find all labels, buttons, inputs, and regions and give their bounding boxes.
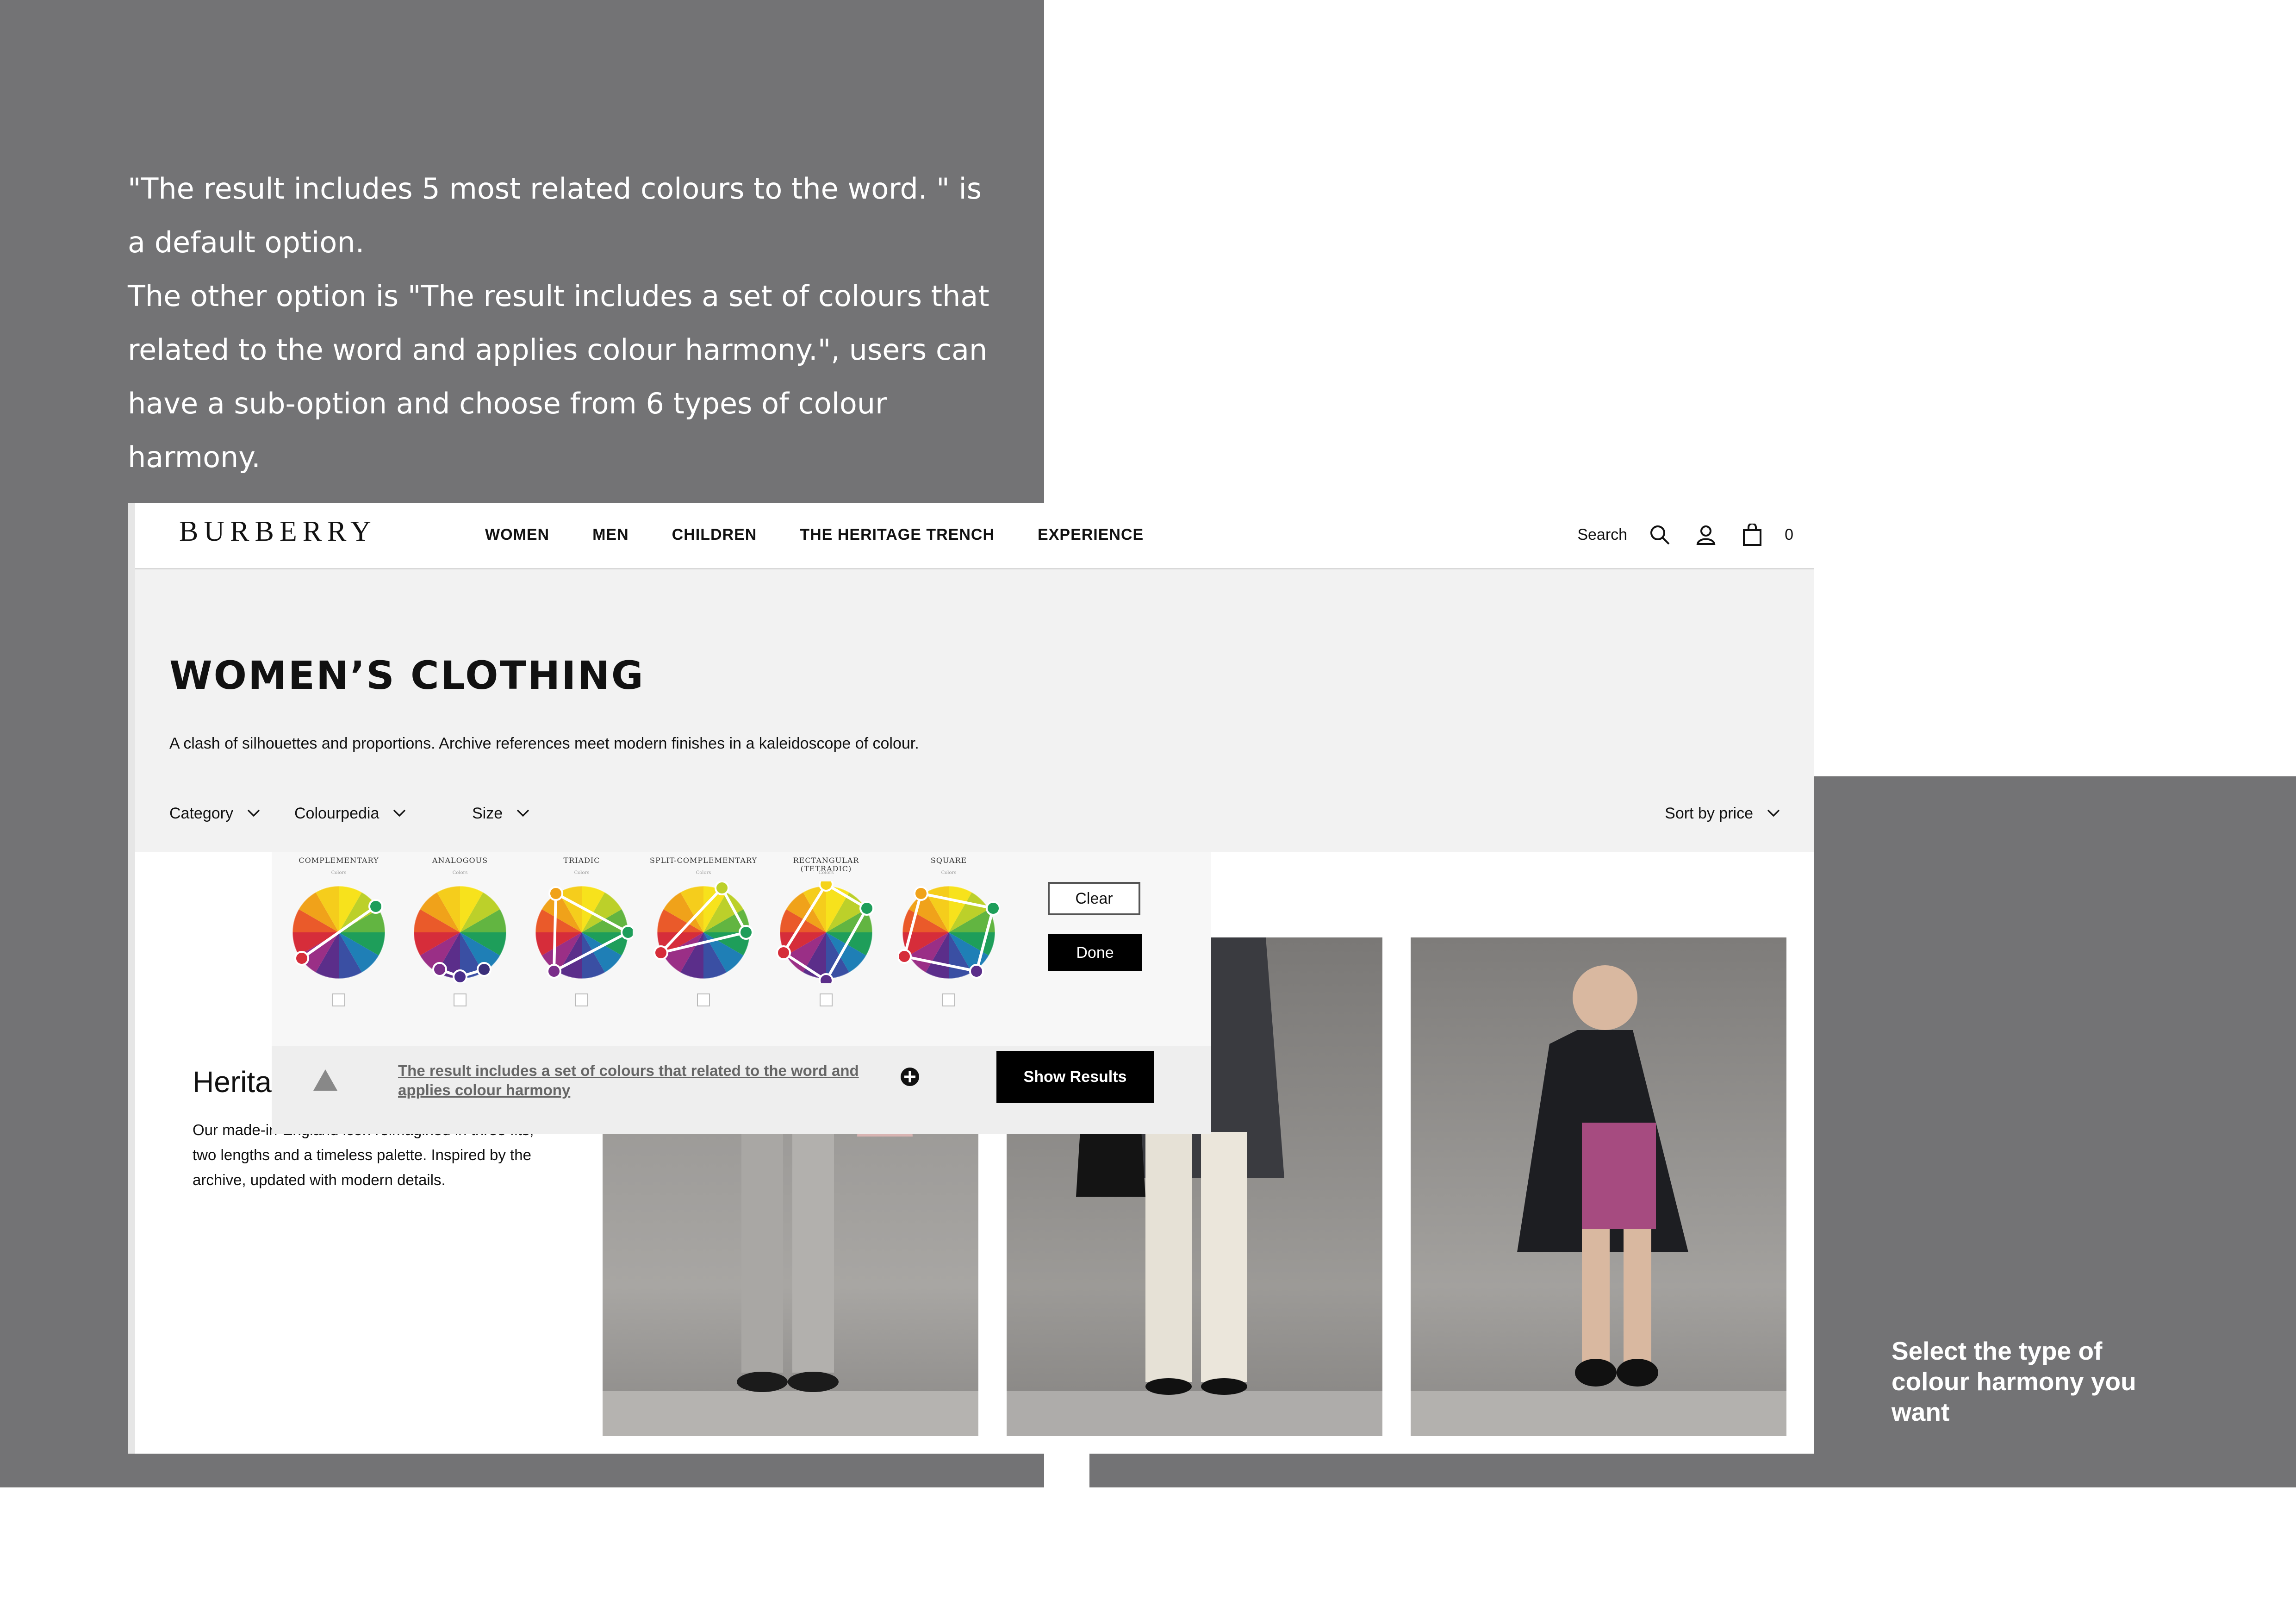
harmony-option-sub: Colors — [452, 870, 468, 875]
harmony-option-analogous[interactable]: ANALOGOUS Colors — [402, 856, 518, 1023]
product-image[interactable] — [1411, 937, 1786, 1436]
clear-button[interactable]: Clear — [1048, 882, 1140, 915]
screenshot-edge — [128, 503, 135, 1454]
colour-wheel-complementary-icon — [292, 886, 386, 979]
nav-men[interactable]: MEN — [592, 516, 629, 553]
site-header: BURBERRY WOMEN MEN CHILDREN THE HERITAGE… — [135, 503, 1814, 569]
search-icon[interactable] — [1646, 516, 1674, 553]
sort-label: Sort by price — [1665, 804, 1753, 822]
colour-wheel-triadic-icon — [535, 886, 633, 979]
filter-category-label: Category — [169, 804, 233, 822]
bag-icon[interactable] — [1738, 516, 1766, 553]
harmony-option-complementary[interactable]: COMPLEMENTARY Colors — [281, 856, 397, 1023]
chevron-down-icon — [517, 809, 529, 817]
harmony-checkbox[interactable] — [575, 993, 588, 1006]
colour-wheel-rectangular-icon — [776, 881, 874, 983]
side-annotation: Select the type of colour harmony you wa… — [1892, 1337, 2136, 1426]
filter-colourpedia[interactable]: Colourpedia — [294, 795, 406, 832]
harmony-option-name: COMPLEMENTARY — [299, 856, 379, 865]
harmony-option-name: TRIADIC — [563, 856, 600, 865]
result-option-bar: The result includes a set of colours tha… — [272, 1046, 1211, 1134]
chevron-down-icon — [393, 809, 406, 817]
filter-category[interactable]: Category — [169, 795, 260, 832]
page-description: A clash of silhouettes and proportions. … — [169, 735, 919, 752]
harmony-checkbox[interactable] — [454, 993, 467, 1006]
harmony-options: COMPLEMENTARY Colors ANALOGOUS Colors TR… — [272, 852, 1211, 1046]
filter-size-label: Size — [472, 804, 503, 822]
brand-logo[interactable]: BURBERRY — [179, 515, 377, 548]
nav-experience[interactable]: EXPERIENCE — [1038, 516, 1144, 553]
harmony-option-rectangular[interactable]: RECTANGULAR (TETRADIC) Colors — [768, 856, 884, 1023]
harmony-option-sub: Colors — [331, 870, 347, 875]
filter-bar: Category Colourpedia Size Sort by price — [169, 795, 1780, 832]
filter-size[interactable]: Size — [472, 795, 529, 832]
filter-colourpedia-label: Colourpedia — [294, 804, 380, 822]
show-results-button[interactable]: Show Results — [996, 1051, 1154, 1103]
header-actions: Search 0 — [1577, 516, 1793, 553]
harmony-option-sub: Colors — [574, 870, 590, 875]
bag-count: 0 — [1785, 525, 1793, 543]
harmony-option-name: ANALOGOUS — [432, 856, 488, 865]
harmony-checkbox[interactable] — [942, 993, 955, 1006]
harmony-option-name: RECTANGULAR (TETRADIC) — [793, 856, 859, 873]
harmony-option-name: SPLIT-COMPLEMENTARY — [649, 856, 758, 865]
harmony-option-sub: Colors — [941, 870, 957, 875]
main-nav: WOMEN MEN CHILDREN THE HERITAGE TRENCH E… — [485, 516, 1144, 553]
intro-annotation-line: The other option is "The result includes… — [128, 279, 989, 474]
category-hero: WOMEN’S CLOTHING A clash of silhouettes … — [135, 569, 1814, 852]
colour-wheel-analogous-icon — [413, 886, 507, 983]
harmony-checkbox[interactable] — [332, 993, 345, 1006]
harmony-option-sub: Colors — [696, 870, 711, 875]
colour-wheel-square-icon — [898, 886, 1000, 979]
add-circle-icon[interactable] — [900, 1067, 920, 1087]
result-option-link[interactable]: The result includes a set of colours tha… — [398, 1061, 884, 1100]
harmony-option-square[interactable]: SQUARE Colors — [891, 856, 1007, 1023]
colour-wheel-split-complementary-icon — [653, 881, 753, 979]
sort-by-price[interactable]: Sort by price — [1665, 795, 1780, 832]
intro-annotation: "The result includes 5 most related colo… — [128, 162, 1007, 484]
harmony-checkbox[interactable] — [820, 993, 833, 1006]
harmony-option-sub: Colors — [818, 870, 834, 875]
chevron-down-icon — [247, 809, 260, 817]
harmony-option-triadic[interactable]: TRIADIC Colors — [524, 856, 640, 1023]
search-label[interactable]: Search — [1577, 526, 1627, 544]
harmony-option-split-complementary[interactable]: SPLIT-COMPLEMENTARY Colors — [646, 856, 761, 1023]
harmony-option-name: SQUARE — [930, 856, 967, 865]
chevron-down-icon — [1767, 809, 1780, 817]
nav-heritage-trench[interactable]: THE HERITAGE TRENCH — [800, 516, 995, 553]
colour-harmony-panel: COMPLEMENTARY Colors ANALOGOUS Colors TR… — [272, 852, 1211, 1134]
account-icon[interactable] — [1692, 516, 1720, 553]
nav-women[interactable]: WOMEN — [485, 516, 549, 553]
collapse-up-icon[interactable] — [313, 1069, 337, 1091]
intro-annotation-line: "The result includes 5 most related colo… — [128, 172, 982, 259]
harmony-checkbox[interactable] — [697, 993, 710, 1006]
done-button[interactable]: Done — [1048, 934, 1142, 971]
page-title: WOMEN’S CLOTHING — [169, 653, 645, 698]
nav-children[interactable]: CHILDREN — [672, 516, 757, 553]
